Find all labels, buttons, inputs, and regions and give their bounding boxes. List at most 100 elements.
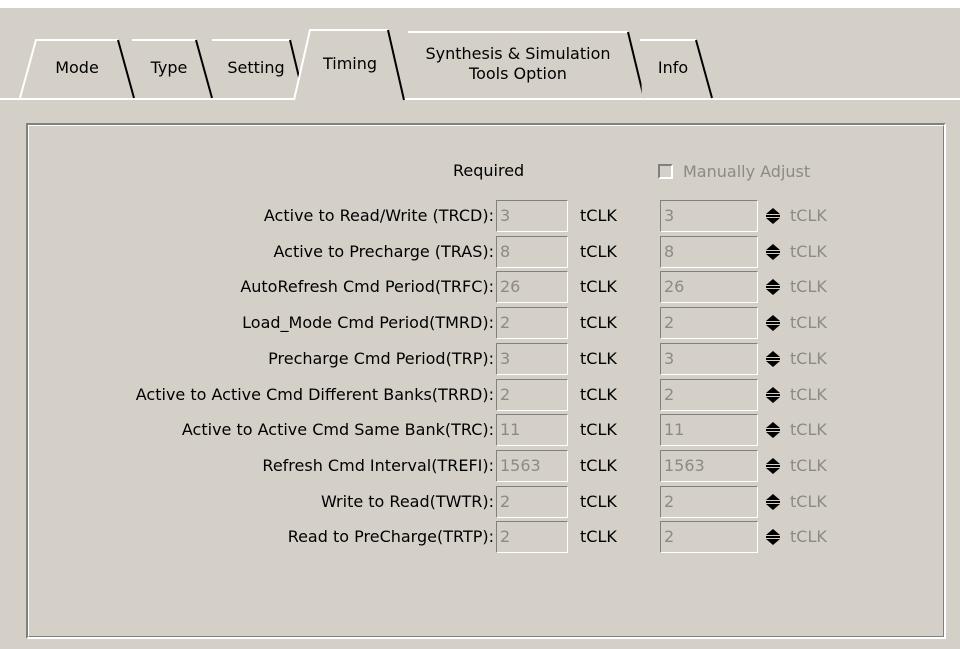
required-value-field: 2 <box>496 307 568 339</box>
adjust-value: 2 <box>664 313 675 332</box>
required-value-field: 1563 <box>496 450 568 482</box>
adjust-value-field[interactable]: 3 <box>660 343 758 375</box>
timing-row: Load_Mode Cmd Period(TMRD): 2 tCLK 2 tCLK <box>0 307 960 339</box>
adjust-value-field[interactable]: 26 <box>660 271 758 303</box>
required-value-field: 11 <box>496 414 568 446</box>
adjust-unit: tCLK <box>790 527 827 546</box>
tab-type[interactable]: Type <box>124 38 214 99</box>
timing-row: Active to Active Cmd Different Banks(TRR… <box>0 379 960 411</box>
required-value: 8 <box>500 242 511 261</box>
adjust-unit: tCLK <box>790 492 827 511</box>
timing-row: Active to Precharge (TRAS): 8 tCLK 8 tCLK <box>0 236 960 268</box>
required-value: 3 <box>500 206 511 225</box>
adjust-value: 2 <box>664 492 675 511</box>
adjust-unit: tCLK <box>790 456 827 475</box>
adjust-value: 3 <box>664 206 675 225</box>
adjust-unit: tCLK <box>790 242 827 261</box>
required-unit: tCLK <box>580 420 617 439</box>
spinner-icon[interactable] <box>762 384 784 406</box>
required-unit: tCLK <box>580 206 617 225</box>
timing-row: Active to Active Cmd Same Bank(TRC): 11 tC… <box>0 414 960 446</box>
adjust-unit: tCLK <box>790 385 827 404</box>
required-value-field: 2 <box>496 521 568 553</box>
required-value: 1563 <box>500 456 541 475</box>
required-unit: tCLK <box>580 349 617 368</box>
timing-row-label: AutoRefresh Cmd Period(TRFC): <box>240 277 494 296</box>
tab-type-label: Type <box>150 58 188 77</box>
spinner-icon[interactable] <box>762 348 784 370</box>
required-value: 26 <box>500 277 521 296</box>
timing-row-label: Write to Read(TWTR): <box>320 492 494 511</box>
required-unit: tCLK <box>580 242 617 261</box>
adjust-value-field[interactable]: 2 <box>660 307 758 339</box>
timing-row-label: Read to PreCharge(TRTP): <box>287 527 494 546</box>
adjust-unit: tCLK <box>790 206 827 225</box>
manual-adjust[interactable]: Manually Adjust <box>658 158 810 184</box>
adjust-unit: tCLK <box>790 277 827 296</box>
timing-dialog: Mode Type Setting Timing Synthesis & Sim… <box>0 0 960 649</box>
tab-synthesis-label-line2: Tools Option <box>469 64 567 83</box>
timing-row: Write to Read(TWTR): 2 tCLK 2 tCLK <box>0 486 960 518</box>
required-unit: tCLK <box>580 527 617 546</box>
tab-mode-label: Mode <box>55 58 99 77</box>
spinner-icon[interactable] <box>762 241 784 263</box>
tab-timing-label: Timing <box>322 54 378 73</box>
adjust-value: 26 <box>664 277 685 296</box>
timing-row: Refresh Cmd Interval(TREFI): 1563 tCLK 1563… <box>0 450 960 482</box>
tab-baseline <box>0 98 960 100</box>
adjust-value-field[interactable]: 3 <box>660 200 758 232</box>
spinner-icon[interactable] <box>762 526 784 548</box>
timing-row-label: Refresh Cmd Interval(TREFI): <box>262 456 494 475</box>
required-value: 11 <box>500 420 521 439</box>
timing-row: Active to Read/Write (TRCD): 3 tCLK 3 tCLK <box>0 200 960 232</box>
adjust-value: 2 <box>664 527 675 546</box>
tab-mode[interactable]: Mode <box>18 38 136 99</box>
required-unit: tCLK <box>580 385 617 404</box>
spinner-icon[interactable] <box>762 491 784 513</box>
required-value-field: 3 <box>496 200 568 232</box>
adjust-value-field[interactable]: 2 <box>660 486 758 518</box>
timing-row-label: Active to Active Cmd Same Bank(TRC): <box>181 420 494 439</box>
adjust-value-field[interactable]: 8 <box>660 236 758 268</box>
required-unit: tCLK <box>580 313 617 332</box>
spinner-icon[interactable] <box>762 419 784 441</box>
adjust-value: 2 <box>664 385 675 404</box>
tab-info[interactable]: Info <box>632 38 714 99</box>
manual-adjust-label: Manually Adjust <box>683 161 811 181</box>
tab-timing[interactable]: Timing <box>292 28 408 101</box>
timing-row: AutoRefresh Cmd Period(TRFC): 26 tCLK 26 tCL… <box>0 271 960 303</box>
required-value-field: 26 <box>496 271 568 303</box>
manual-adjust-checkbox[interactable] <box>658 163 673 179</box>
spinner-icon[interactable] <box>762 276 784 298</box>
adjust-unit: tCLK <box>790 349 827 368</box>
adjust-value-field[interactable]: 1563 <box>660 450 758 482</box>
spinner-icon[interactable] <box>762 312 784 334</box>
timing-row-label: Precharge Cmd Period(TRP): <box>268 349 494 368</box>
required-value: 3 <box>500 349 511 368</box>
adjust-value-field[interactable]: 11 <box>660 414 758 446</box>
adjust-unit: tCLK <box>790 420 827 439</box>
adjust-value-field[interactable]: 2 <box>660 379 758 411</box>
required-value: 2 <box>500 385 511 404</box>
adjust-unit: tCLK <box>790 313 827 332</box>
required-value-field: 2 <box>496 486 568 518</box>
adjust-value: 3 <box>664 349 675 368</box>
spinner-icon[interactable] <box>762 455 784 477</box>
tab-strip: Mode Type Setting Timing Synthesis & Sim… <box>0 0 960 104</box>
tab-setting-label: Setting <box>227 58 285 77</box>
required-unit: tCLK <box>580 492 617 511</box>
adjust-value: 8 <box>664 242 675 261</box>
spinner-icon[interactable] <box>762 205 784 227</box>
required-value: 2 <box>500 313 511 332</box>
timing-row: Read to PreCharge(TRTP): 2 tCLK 2 tCLK <box>0 521 960 553</box>
timing-row-label: Active to Active Cmd Different Banks(TRR… <box>135 385 494 404</box>
required-value-field: 8 <box>496 236 568 268</box>
timing-row-label: Load_Mode Cmd Period(TMRD): <box>242 313 494 332</box>
adjust-value: 1563 <box>664 456 705 475</box>
required-unit: tCLK <box>580 277 617 296</box>
required-value: 2 <box>500 527 511 546</box>
adjust-value-field[interactable]: 2 <box>660 521 758 553</box>
tab-info-label: Info <box>657 58 689 77</box>
tab-synthesis-simulation[interactable]: Synthesis & Simulation Tools Option <box>398 30 648 99</box>
required-header: Required <box>453 161 525 180</box>
